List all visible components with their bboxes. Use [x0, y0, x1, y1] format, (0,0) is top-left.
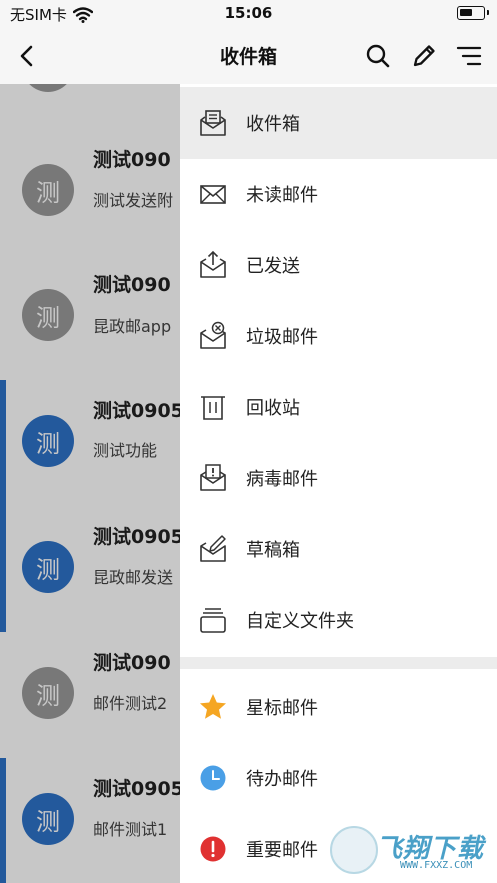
drawer-item-label: 自定义文件夹 [246, 611, 354, 632]
draft-icon [200, 535, 226, 562]
drawer-item-label: 草稿箱 [246, 540, 300, 561]
custom-folder-icon [200, 608, 226, 633]
compose-icon[interactable] [410, 42, 438, 70]
drawer-item-sent[interactable]: 已发送 [180, 229, 497, 301]
drawer-item-inbox[interactable]: 收件箱 [180, 87, 497, 159]
drawer-item-starred[interactable]: 星标邮件 [180, 671, 497, 743]
battery-icon [457, 6, 489, 20]
spam-icon [200, 321, 226, 349]
drawer-item-label: 收件箱 [246, 114, 300, 135]
folder-drawer: 收件箱 未读邮件 已发送 垃圾邮件 回收站 病毒邮件 草稿箱 自定义文件夹 星标… [180, 84, 497, 883]
drawer-item-virus[interactable]: 病毒邮件 [180, 442, 497, 514]
watermark-url: WWW.FXXZ.COM [400, 860, 473, 871]
clock-icon [200, 765, 226, 791]
menu-icon[interactable] [455, 42, 483, 70]
trash-icon [201, 396, 225, 420]
star-icon [200, 694, 226, 719]
drawer-item-label: 回收站 [246, 398, 300, 419]
watermark: 飞翔下载 WWW.FXXZ.COM [330, 822, 490, 878]
drawer-item-label: 星标邮件 [246, 698, 318, 719]
drawer-item-label: 已发送 [246, 256, 300, 277]
drawer-item-drafts[interactable]: 草稿箱 [180, 513, 497, 585]
drawer-item-spam[interactable]: 垃圾邮件 [180, 300, 497, 372]
drawer-item-todo[interactable]: 待办邮件 [180, 742, 497, 814]
inbox-icon [200, 110, 226, 136]
virus-mail-icon [200, 464, 226, 491]
search-icon[interactable] [364, 42, 392, 70]
drawer-divider [180, 657, 497, 669]
nav-bar: 收件箱 [0, 28, 497, 84]
unread-mail-icon [200, 185, 226, 204]
important-icon [200, 836, 226, 862]
status-time: 15:06 [224, 4, 273, 22]
drawer-item-unread[interactable]: 未读邮件 [180, 158, 497, 230]
drawer-item-label: 垃圾邮件 [246, 327, 318, 348]
sent-icon [200, 250, 226, 278]
drawer-item-label: 未读邮件 [246, 185, 318, 206]
drawer-item-label: 重要邮件 [246, 840, 318, 861]
drawer-item-label: 病毒邮件 [246, 469, 318, 490]
drawer-item-custom-folder[interactable]: 自定义文件夹 [180, 584, 497, 656]
watermark-logo-icon [330, 826, 378, 874]
drawer-item-trash[interactable]: 回收站 [180, 371, 497, 443]
drawer-item-label: 待办邮件 [246, 769, 318, 790]
status-bar: 无SIM卡 15:06 [0, 0, 497, 28]
